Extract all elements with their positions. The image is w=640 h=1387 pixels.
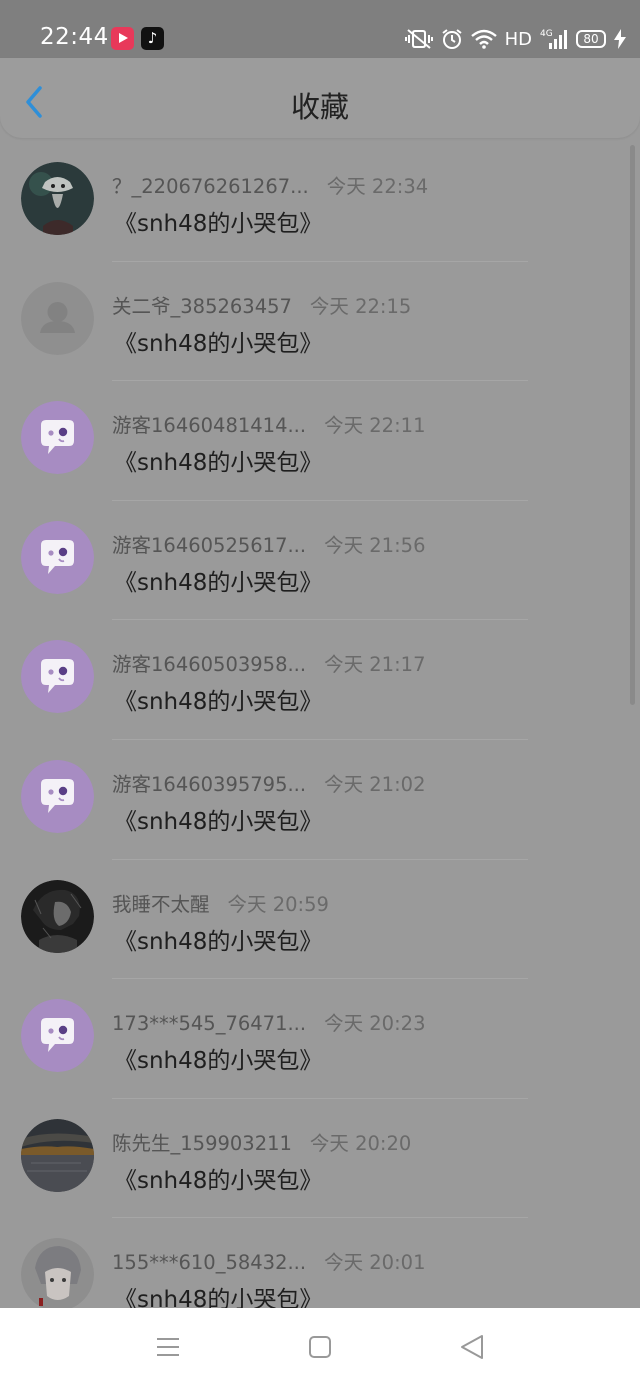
favorite-meta: 游客16460503958... 今天 21:17 (112, 648, 425, 677)
favorite-timestamp: 今天 22:15 (309, 294, 412, 318)
header: 收藏 (0, 58, 640, 138)
favorite-username: 173***545_76471... (112, 1012, 307, 1036)
favorite-meta: 155***610_58432... 今天 20:01 (112, 1246, 425, 1275)
avatar[interactable] (21, 1238, 94, 1308)
favorites-list: ？_220676261267... 今天 22:34 《snh48的小哭包》 关二爷_… (0, 142, 640, 1308)
favorite-title: 《snh48的小哭包》 (114, 808, 323, 835)
favorite-title: 《snh48的小哭包》 (114, 211, 323, 237)
favorite-item[interactable]: 游客16460503958... 今天 21:17 《snh48的小哭包》 (0, 620, 640, 740)
favorite-title: 《snh48的小哭包》 (114, 330, 323, 357)
favorite-username: ？_220676261267... (112, 175, 309, 198)
favorite-title: 《snh48的小哭包》 (114, 450, 323, 477)
favorite-timestamp: 今天 20:20 (309, 1131, 412, 1155)
menu-button[interactable] (153, 1332, 183, 1362)
favorite-title: 《snh48的小哭包》 (114, 569, 323, 596)
home-button[interactable] (305, 1332, 335, 1362)
favorite-username: 155***610_58432... (112, 1251, 307, 1275)
guest-avatar-icon[interactable] (21, 759, 94, 833)
favorite-username: 游客16460503958... (112, 653, 307, 677)
favorite-item[interactable]: 155***610_58432... 今天 20:01 《snh48的小哭包》 (0, 1218, 640, 1308)
favorite-item[interactable]: 游客16460525617... 今天 21:56 《snh48的小哭包》 (0, 501, 640, 621)
favorite-item[interactable]: 游客16460481414... 今天 22:11 《snh48的小哭包》 (0, 381, 640, 501)
favorite-title: 《snh48的小哭包》 (114, 689, 323, 716)
favorite-username: 游客16460525617... (112, 533, 307, 557)
favorite-timestamp: 今天 20:59 (227, 892, 329, 916)
guest-avatar-icon[interactable] (21, 520, 94, 594)
favorite-timestamp: 今天 22:11 (324, 414, 426, 438)
favorite-meta: 游客16460395795... 今天 21:02 (112, 768, 425, 797)
tiktok-icon: ♪ (141, 27, 164, 50)
favorite-item[interactable]: ？_220676261267... 今天 22:34 《snh48的小哭包》 (0, 142, 640, 262)
favorite-meta: 我睡不太醒 今天 20:59 (112, 888, 329, 917)
back-triangle-icon (461, 1335, 483, 1359)
alarm-icon (441, 29, 462, 49)
navigation-bar (0, 1308, 640, 1387)
favorite-title: 《snh48的小哭包》 (114, 1287, 323, 1308)
favorite-timestamp: 今天 21:02 (324, 772, 426, 796)
favorite-meta: ？_220676261267... 今天 22:34 (112, 170, 428, 199)
favorite-meta: 游客16460525617... 今天 21:56 (112, 529, 425, 558)
guest-avatar-icon[interactable] (21, 640, 94, 714)
vibrate-mute-icon (404, 29, 433, 49)
favorite-username: 我睡不太醒 (112, 892, 210, 916)
favorite-title: 《snh48的小哭包》 (114, 928, 323, 955)
charging-icon (614, 29, 626, 49)
cell-signal-icon: 4G (540, 29, 567, 49)
status-time: 22:44 (40, 24, 109, 50)
favorite-timestamp: 今天 20:23 (324, 1012, 426, 1036)
favorite-username: 陈先生_159903211 (112, 1131, 292, 1155)
favorite-title: 《snh48的小哭包》 (114, 1167, 323, 1194)
favorite-item[interactable]: 关二爷_385263457 今天 22:15 《snh48的小哭包》 (0, 262, 640, 382)
battery-icon: 80 (576, 30, 606, 48)
menu-icon (157, 1338, 179, 1356)
favorite-meta: 173***545_76471... 今天 20:23 (112, 1007, 425, 1036)
video-app-icon (111, 27, 134, 50)
favorite-meta: 关二爷_385263457 今天 22:15 (112, 290, 411, 319)
status-icons: HD 4G 80 (404, 26, 626, 52)
scrollbar[interactable] (630, 145, 635, 705)
favorite-timestamp: 今天 22:34 (326, 175, 429, 198)
favorite-username: 关二爷_385263457 (112, 294, 292, 318)
page-title: 收藏 (290, 90, 349, 124)
favorite-title: 《snh48的小哭包》 (114, 1048, 323, 1075)
avatar[interactable] (21, 162, 94, 235)
nav-back-button[interactable] (458, 1332, 488, 1362)
favorite-timestamp: 今天 21:56 (324, 533, 426, 557)
favorite-meta: 陈先生_159903211 今天 20:20 (112, 1127, 411, 1156)
favorite-username: 游客16460481414... (112, 414, 307, 438)
guest-avatar-icon[interactable] (21, 999, 94, 1073)
wifi-icon (470, 29, 497, 49)
signal-type-label: 4G (540, 29, 553, 39)
avatar[interactable] (21, 879, 94, 953)
default-avatar-icon[interactable] (21, 281, 94, 355)
avatar[interactable] (21, 1118, 94, 1192)
favorite-item[interactable]: 173***545_76471... 今天 20:23 《snh48的小哭包》 (0, 979, 640, 1099)
favorite-timestamp: 今天 20:01 (324, 1251, 426, 1275)
guest-avatar-icon[interactable] (21, 401, 94, 475)
favorite-item[interactable]: 我睡不太醒 今天 20:59 《snh48的小哭包》 (0, 860, 640, 980)
favorite-item[interactable]: 游客16460395795... 今天 21:02 《snh48的小哭包》 (0, 740, 640, 860)
network-type-label: HD (504, 28, 532, 50)
status-bar: 22:44 ♪ HD 4G 80 (0, 0, 640, 58)
favorite-timestamp: 今天 21:17 (324, 653, 426, 677)
home-square-icon (309, 1336, 331, 1358)
favorite-meta: 游客16460481414... 今天 22:11 (112, 409, 425, 438)
favorite-item[interactable]: 陈先生_159903211 今天 20:20 《snh48的小哭包》 (0, 1099, 640, 1219)
favorite-username: 游客16460395795... (112, 772, 307, 796)
